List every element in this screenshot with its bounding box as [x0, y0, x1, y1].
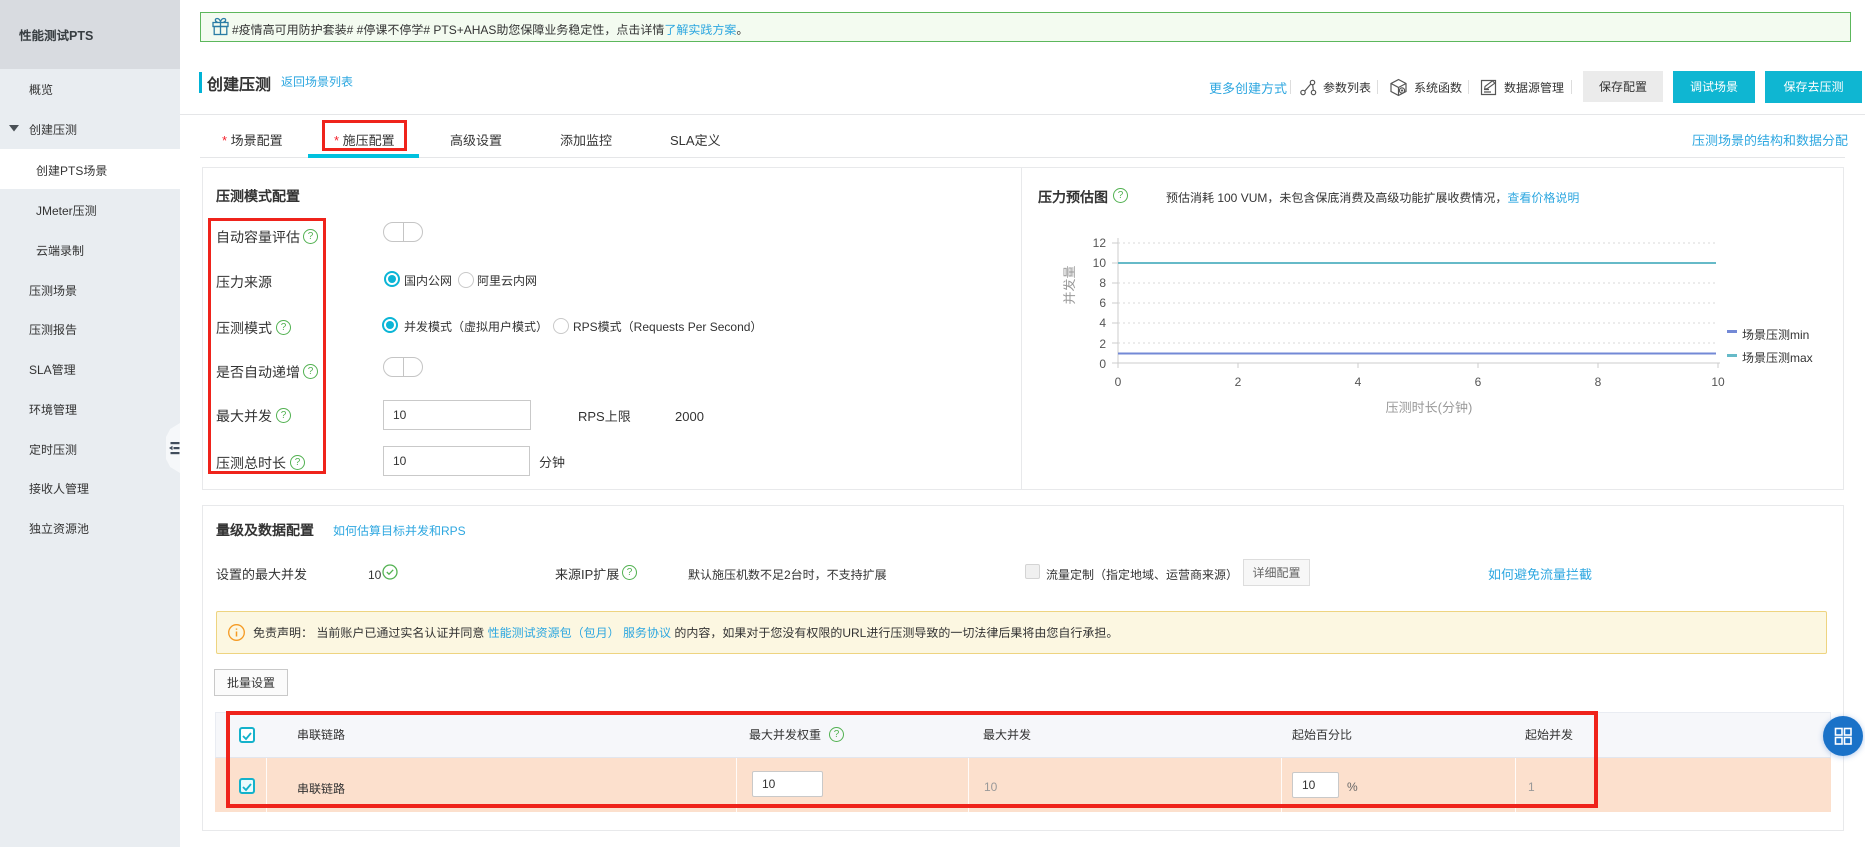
- svg-text:0: 0: [1115, 375, 1122, 389]
- svg-text:10: 10: [1093, 256, 1107, 270]
- svg-text:0: 0: [1099, 357, 1106, 371]
- svg-text:4: 4: [1099, 316, 1106, 330]
- svg-text:10: 10: [1711, 375, 1725, 389]
- svg-text:6: 6: [1475, 375, 1482, 389]
- svg-text:2: 2: [1235, 375, 1242, 389]
- svg-text:场景压测max: 场景压测max: [1742, 351, 1813, 365]
- svg-text:场景压测min: 场景压测min: [1742, 328, 1809, 342]
- svg-text:12: 12: [1093, 236, 1107, 250]
- svg-text:并发量: 并发量: [1062, 265, 1077, 304]
- svg-text:2: 2: [1099, 337, 1106, 351]
- svg-text:8: 8: [1099, 276, 1106, 290]
- svg-text:6: 6: [1099, 296, 1106, 310]
- svg-text:压测时长(分钟): 压测时长(分钟): [1386, 400, 1473, 415]
- svg-text:4: 4: [1355, 375, 1362, 389]
- svg-text:8: 8: [1595, 375, 1602, 389]
